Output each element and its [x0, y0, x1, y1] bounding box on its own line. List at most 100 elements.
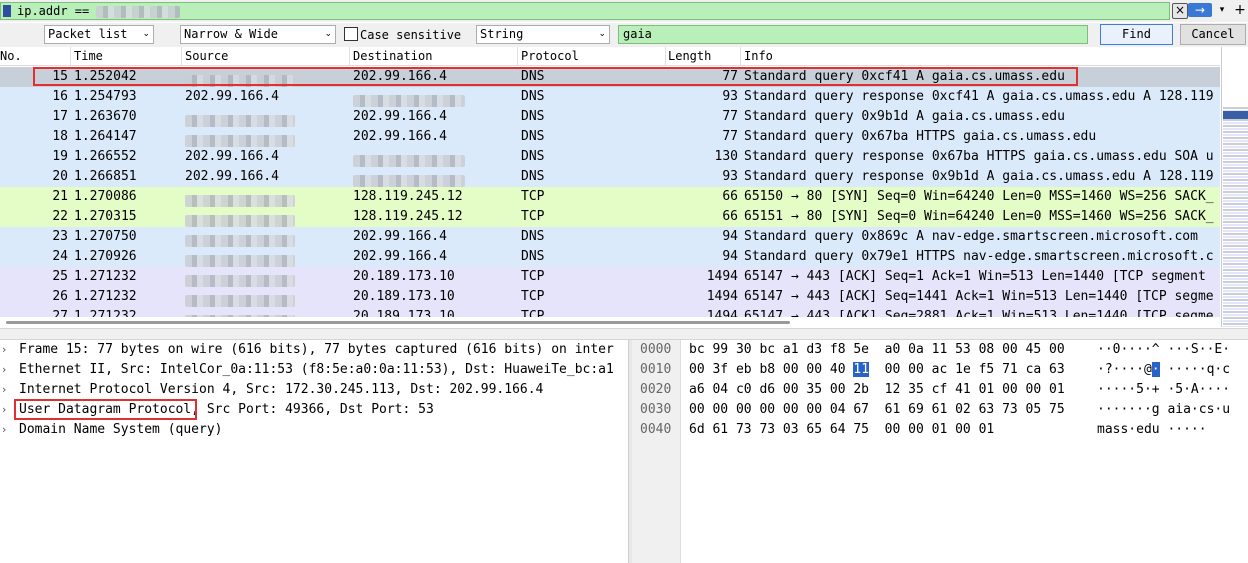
minimap-stripe — [1223, 218, 1248, 220]
minimap-stripe — [1223, 293, 1248, 295]
packet-length: 66 — [722, 209, 738, 224]
hex-bytes[interactable]: 6d 61 73 73 03 65 64 75 00 00 01 00 01 — [689, 420, 994, 440]
packet-bytes-pane[interactable]: 0000 bc 99 30 bc a1 d3 f8 5e a0 0a 11 53 … — [632, 340, 1248, 563]
redacted-address — [96, 5, 181, 18]
hex-ascii[interactable]: ··0····^ ···S··E· — [1097, 340, 1230, 360]
minimap-stripe — [1223, 212, 1248, 214]
redacted-address — [185, 254, 295, 267]
packet-info: 65147 → 443 [ACK] Seq=1441 Ack=1 Win=513… — [744, 289, 1214, 304]
packet-row[interactable]: 26 1.271232 20.189.173.10 TCP 1494 65147 → 44… — [0, 287, 1220, 307]
packet-number: 23 — [52, 229, 68, 244]
hex-row: 0040 6d 61 73 73 03 65 64 75 00 00 01 00 … — [632, 420, 1248, 440]
packet-row[interactable]: 23 1.270750 202.99.166.4 DNS 94 Standard quer… — [0, 227, 1220, 247]
minimap-stripe — [1223, 200, 1248, 202]
detail-tree-item[interactable]: › Frame 15: 77 bytes on wire (616 bits), … — [0, 340, 628, 360]
minimap-stripe — [1223, 272, 1248, 274]
packet-list[interactable]: No. Time Source Destination Protocol Len… — [0, 47, 1220, 317]
column-header-destination[interactable]: Destination — [353, 49, 432, 63]
packet-minimap-scrollbar[interactable] — [1221, 47, 1248, 327]
hex-ascii[interactable]: mass·edu ····· — [1097, 420, 1207, 440]
minimap-stripe — [1223, 143, 1248, 145]
packet-row[interactable]: 15 1.252042 202.99.166.4 DNS 77 Standard quer… — [0, 67, 1220, 87]
redacted-address — [185, 234, 295, 247]
packet-row[interactable]: 19 1.266552 202.99.166.4 DNS 130 Standard que… — [0, 147, 1220, 167]
hex-ascii[interactable]: ·····5·+ ·5·A···· — [1097, 380, 1230, 400]
hex-bytes[interactable]: 00 00 00 00 00 00 04 67 61 69 61 02 63 7… — [689, 400, 1065, 420]
redacted-address — [185, 274, 295, 287]
packet-row[interactable]: 20 1.266851 202.99.166.4 DNS 93 Standard quer… — [0, 167, 1220, 187]
add-filter-button-icon[interactable]: + — [1233, 2, 1247, 18]
minimap-stripe — [1223, 224, 1248, 226]
packet-time: 1.252042 — [74, 69, 137, 84]
packet-protocol: DNS — [521, 89, 545, 104]
clear-filter-icon[interactable]: × — [1172, 3, 1188, 19]
detail-tree-item[interactable]: › Ethernet II, Src: IntelCor_0a:11:53 (f8… — [0, 360, 628, 380]
detail-tree-item[interactable]: › Domain Name System (query) — [0, 420, 628, 440]
hex-bytes[interactable]: 00 3f eb b8 00 00 40 11 00 00 ac 1e f5 7… — [689, 360, 1065, 380]
cancel-button[interactable]: Cancel — [1180, 24, 1246, 45]
minimap-stripe — [1223, 239, 1248, 241]
packet-length: 77 — [722, 69, 738, 84]
minimap-stripe — [1223, 230, 1248, 232]
detail-tree-item[interactable]: › Internet Protocol Version 4, Src: 172.3… — [0, 380, 628, 400]
bookmark-icon[interactable] — [3, 5, 11, 17]
packet-row[interactable]: 17 1.263670 202.99.166.4 DNS 77 Standard quer… — [0, 107, 1220, 127]
search-type-select[interactable]: String ⌄ — [476, 25, 610, 44]
minimap-stripe — [1223, 161, 1248, 163]
column-header-no[interactable]: No. — [0, 49, 22, 63]
hex-byte-selected[interactable]: 11 — [853, 362, 870, 377]
pane-splitter[interactable] — [0, 328, 1248, 340]
chevron-right-icon[interactable]: › — [2, 420, 6, 440]
column-header-time[interactable]: Time — [74, 49, 103, 63]
packet-time: 1.271232 — [74, 289, 137, 304]
find-button[interactable]: Find — [1100, 24, 1173, 45]
packet-row[interactable]: 27 1.271232 20.189.173.10 TCP 1494 65147 → 44… — [0, 307, 1220, 317]
packet-number: 27 — [52, 309, 68, 317]
minimap-stripe — [1223, 305, 1248, 307]
chevron-right-icon[interactable]: › — [2, 400, 6, 420]
chevron-right-icon[interactable]: › — [2, 340, 6, 360]
column-header-length[interactable]: Length — [668, 49, 711, 63]
scrollbar-thumb[interactable] — [6, 321, 790, 324]
case-sensitive-checkbox[interactable] — [344, 27, 358, 41]
chevron-right-icon[interactable]: › — [2, 360, 6, 380]
minimap-stripe — [1223, 173, 1248, 175]
hex-bytes[interactable]: a6 04 c0 d6 00 35 00 2b 12 35 cf 41 01 0… — [689, 380, 1065, 400]
packet-row[interactable]: 22 1.270315 128.119.245.12 TCP 66 65151 → 80 … — [0, 207, 1220, 227]
minimap-stripe — [1223, 281, 1248, 283]
packet-time: 1.270926 — [74, 249, 137, 264]
hex-ascii[interactable]: ·?····@· ·····q·c — [1097, 360, 1230, 380]
packet-number: 15 — [52, 69, 68, 84]
minimap-stripe — [1223, 206, 1248, 208]
column-header-source[interactable]: Source — [185, 49, 228, 63]
packet-row[interactable]: 18 1.264147 202.99.166.4 DNS 77 Standard quer… — [0, 127, 1220, 147]
display-filter-input[interactable]: ip.addr == — [0, 2, 1170, 20]
detail-tree-item[interactable]: › User Datagram Protocol, Src Port: 49366… — [0, 400, 628, 420]
hex-offset: 0030 — [640, 402, 672, 417]
search-string-input[interactable]: gaia — [618, 25, 1088, 44]
minimap-stripe — [1223, 119, 1248, 121]
packet-length: 94 — [722, 229, 738, 244]
column-header-protocol[interactable]: Protocol — [521, 49, 579, 63]
packet-row[interactable]: 25 1.271232 20.189.173.10 TCP 1494 65147 → 44… — [0, 267, 1220, 287]
packet-source: 202.99.166.4 — [185, 149, 279, 164]
hex-bytes[interactable]: bc 99 30 bc a1 d3 f8 5e a0 0a 11 53 08 0… — [689, 340, 1065, 360]
packet-row[interactable]: 21 1.270086 128.119.245.12 TCP 66 65150 → 80 … — [0, 187, 1220, 207]
minimap-stripe — [1223, 317, 1248, 319]
column-header-info[interactable]: Info — [744, 49, 773, 63]
packet-info: 65150 → 80 [SYN] Seq=0 Win=64240 Len=0 M… — [744, 189, 1214, 204]
minimap-stripe — [1223, 257, 1248, 259]
packet-row[interactable]: 16 1.254793 202.99.166.4 DNS 93 Standard quer… — [0, 87, 1220, 107]
apply-filter-icon[interactable]: → — [1188, 3, 1212, 17]
chevron-right-icon[interactable]: › — [2, 380, 6, 400]
packet-list-horizontal-scrollbar[interactable] — [0, 318, 1220, 328]
hex-ascii[interactable]: ·······g aia·cs·u — [1097, 400, 1230, 420]
hex-ascii-selected[interactable]: · — [1151, 362, 1160, 377]
packet-details-pane[interactable]: › Frame 15: 77 bytes on wire (616 bits), … — [0, 340, 628, 563]
find-packet-bar: Packet list ⌄ Narrow & Wide ⌄ Case sensiti… — [0, 23, 1248, 47]
character-width-select[interactable]: Narrow & Wide ⌄ — [180, 25, 336, 44]
filter-history-dropdown-icon[interactable]: ▾ — [1215, 3, 1229, 17]
packet-protocol: TCP — [521, 309, 545, 317]
packet-row[interactable]: 24 1.270926 202.99.166.4 DNS 94 Standard quer… — [0, 247, 1220, 267]
search-in-select[interactable]: Packet list ⌄ — [44, 25, 154, 44]
